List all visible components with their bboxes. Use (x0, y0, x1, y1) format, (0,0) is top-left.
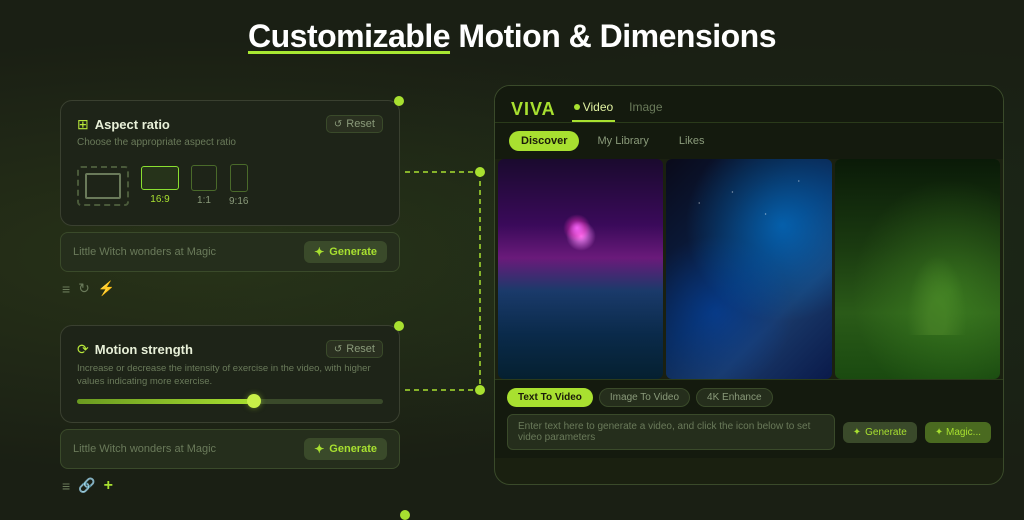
gallery-item-2[interactable] (666, 159, 831, 379)
title-normal: Motion & Dimensions (450, 18, 776, 54)
app-subtabs: Discover My Library Likes (495, 123, 1003, 159)
action-tabs: Text To Video Image To Video 4K Enhance (507, 388, 991, 407)
aspect-title: Aspect ratio (95, 117, 170, 132)
subtab-mylibrary[interactable]: My Library (585, 131, 660, 151)
aspect-label-11: 1:1 (197, 195, 211, 206)
bottom-gen-icon: ✦ (853, 427, 861, 438)
bottom-generate-button[interactable]: ✦ Generate (843, 422, 917, 443)
motion-toolbar-icon-eq[interactable]: ≡ (62, 478, 70, 494)
app-topbar: VIVA Video Image (495, 86, 1003, 123)
aspect-icon: ⊞ (77, 116, 89, 133)
app-nav-tabs: Video Image (572, 96, 665, 122)
motion-generate-button[interactable]: ✦ Generate (304, 438, 387, 460)
motion-reset-button[interactable]: ↺ Reset (326, 340, 383, 358)
motion-toolbar: ≡ 🔗 + (60, 477, 400, 495)
app-tab-video-label: Video (583, 100, 613, 114)
motion-slider[interactable] (77, 399, 383, 404)
aspect-input-placeholder: Little Witch wonders at Magic (73, 246, 216, 258)
action-tab-image-to-video[interactable]: Image To Video (599, 388, 690, 407)
slider-track (77, 399, 383, 404)
aspect-options: 16:9 1:1 9:16 (77, 160, 383, 211)
aspect-option-11[interactable]: 1:1 (191, 165, 217, 206)
motion-toolbar-icon-plus[interactable]: + (104, 477, 113, 495)
toolbar-icon-eq[interactable]: ≡ (62, 281, 70, 297)
reset-icon: ↺ (334, 119, 342, 130)
gen-icon-2: ✦ (314, 442, 324, 456)
aspect-option-169[interactable]: 16:9 (141, 166, 179, 205)
bottom-input-row: Enter text here to generate a video, and… (507, 414, 991, 450)
left-panels: ⊞ Aspect ratio ↺ Reset Choose the approp… (60, 100, 440, 495)
action-tab-4k-enhance[interactable]: 4K Enhance (696, 388, 773, 407)
aspect-label-169: 16:9 (150, 194, 169, 205)
motion-card-header: ⟳ Motion strength ↺ Reset (77, 340, 383, 358)
aspect-input-bar[interactable]: Little Witch wonders at Magic ✦ Generate (60, 232, 400, 272)
connector-dot-top (394, 96, 404, 106)
motion-strength-card: ⟳ Motion strength ↺ Reset Increase or de… (60, 325, 400, 423)
motion-connector-dot-top (394, 321, 404, 331)
aspect-option-916[interactable]: 9:16 (229, 164, 248, 207)
motion-input-bar[interactable]: Little Witch wonders at Magic ✦ Generate (60, 429, 400, 469)
gallery-item-1[interactable] (498, 159, 663, 379)
subtab-mylibrary-label: My Library (597, 135, 648, 147)
gallery-image-2 (666, 159, 831, 379)
bottom-text-area[interactable]: Enter text here to generate a video, and… (507, 414, 835, 450)
aspect-generate-button[interactable]: ✦ Generate (304, 241, 387, 263)
aspect-ratio-card: ⊞ Aspect ratio ↺ Reset Choose the approp… (60, 100, 400, 226)
motion-toolbar-icon-link[interactable]: 🔗 (78, 477, 95, 494)
aspect-toolbar: ≡ ↻ ⚡ (60, 280, 400, 297)
page-title: Customizable Motion & Dimensions (0, 18, 1024, 55)
action-tab-text-to-video[interactable]: Text To Video (507, 388, 593, 407)
motion-reset-label: Reset (346, 343, 375, 355)
toolbar-icon-refresh[interactable]: ↻ (78, 280, 90, 297)
gallery-grid (495, 159, 1003, 379)
gallery-image-3 (835, 159, 1000, 379)
aspect-generate-label: Generate (329, 246, 377, 258)
aspect-inner-preview (85, 173, 121, 199)
subtab-likes-label: Likes (679, 135, 705, 147)
title-underline: Customizable (248, 18, 450, 54)
motion-title: Motion strength (95, 342, 193, 357)
gallery-item-3[interactable] (835, 159, 1000, 379)
motion-reset-icon: ↺ (334, 344, 342, 355)
card-title-row: ⊞ Aspect ratio (77, 116, 170, 133)
subtab-discover-label: Discover (521, 135, 567, 147)
subtab-likes[interactable]: Likes (667, 131, 717, 151)
motion-icon: ⟳ (77, 341, 89, 358)
action-tab-4k-label: 4K Enhance (707, 392, 762, 403)
app-tab-image-label: Image (629, 100, 662, 114)
gallery-image-1 (498, 159, 663, 379)
card-header: ⊞ Aspect ratio ↺ Reset (77, 115, 383, 133)
motion-title-row: ⟳ Motion strength (77, 341, 193, 358)
app-tab-video[interactable]: Video (572, 96, 615, 122)
aspect-box-11[interactable] (191, 165, 217, 191)
bottom-magic-button[interactable]: ✦ Magic... (925, 422, 991, 443)
slider-thumb[interactable] (247, 394, 261, 408)
aspect-frame-preview (77, 166, 129, 206)
toolbar-icon-bolt[interactable]: ⚡ (98, 280, 115, 297)
action-tab-t2v-label: Text To Video (518, 392, 582, 403)
motion-generate-label: Generate (329, 443, 377, 455)
app-logo: VIVA (511, 99, 556, 120)
aspect-subtitle: Choose the appropriate aspect ratio (77, 137, 383, 148)
gen-icon-1: ✦ (314, 245, 324, 259)
app-bottombar: Text To Video Image To Video 4K Enhance … (495, 379, 1003, 458)
app-tab-image[interactable]: Image (627, 96, 664, 122)
aspect-box-916[interactable] (230, 164, 248, 192)
bottom-gen-label: Generate (865, 427, 907, 438)
motion-subtitle: Increase or decrease the intensity of ex… (77, 362, 383, 389)
aspect-box-169[interactable] (141, 166, 179, 190)
action-tab-i2v-label: Image To Video (610, 392, 679, 403)
app-mockup: VIVA Video Image Discover My Library Lik… (494, 85, 1004, 485)
aspect-label-916: 9:16 (229, 196, 248, 207)
motion-input-placeholder: Little Witch wonders at Magic (73, 443, 216, 455)
subtab-discover[interactable]: Discover (509, 131, 579, 151)
bottom-magic-label: ✦ Magic... (935, 427, 981, 438)
video-indicator (574, 104, 580, 110)
aspect-reset-label: Reset (346, 118, 375, 130)
slider-fill (77, 399, 254, 404)
bottom-placeholder: Enter text here to generate a video, and… (518, 421, 810, 443)
aspect-reset-button[interactable]: ↺ Reset (326, 115, 383, 133)
